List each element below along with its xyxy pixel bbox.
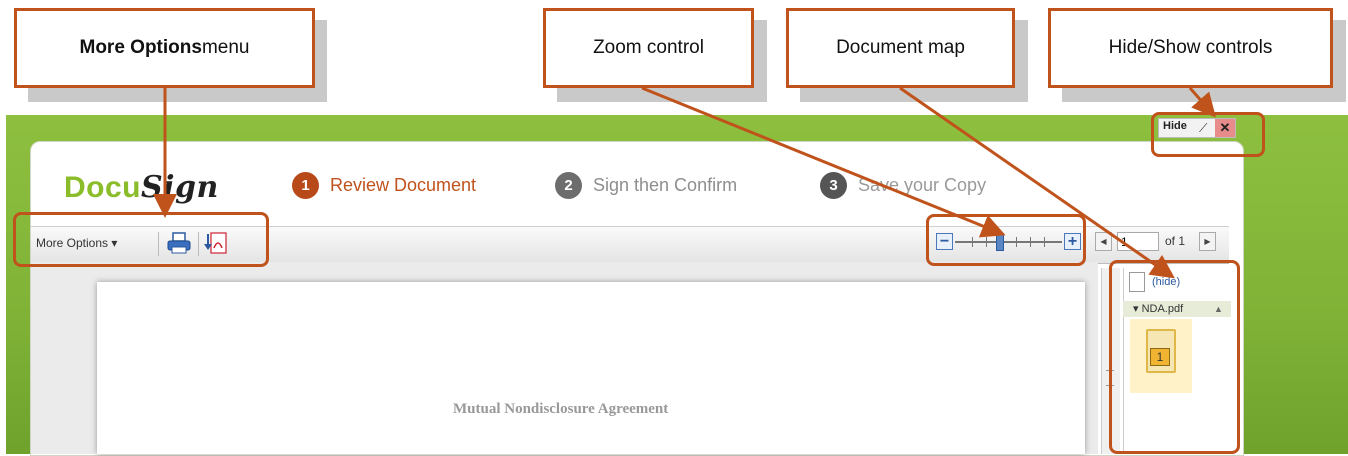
zoom-control-highlight [926, 214, 1086, 266]
step-number: 1 [292, 172, 319, 199]
document-map-callout: Document map [786, 8, 1015, 88]
document-title: Mutual Nondisclosure Agreement [453, 401, 669, 417]
step-review-document: 1 Review Document [292, 172, 476, 199]
step-number: 3 [820, 172, 847, 199]
previous-page-button[interactable]: ◀ [1095, 232, 1112, 251]
zoom-control-callout: Zoom control [543, 8, 754, 88]
callout-bold-text: More Options [79, 37, 202, 58]
more-options-highlight [13, 212, 269, 267]
step-sign-confirm: 2 Sign then Confirm [555, 172, 737, 199]
document-page [97, 282, 1085, 454]
callout-text: menu [201, 37, 250, 58]
page-number-input[interactable] [1117, 232, 1159, 251]
step-label: Sign then Confirm [593, 175, 738, 195]
page-count: of 1 [1165, 234, 1186, 248]
step-save-copy: 3 Save your Copy [820, 172, 986, 199]
step-label: Review Document [330, 175, 477, 195]
hide-show-highlight [1151, 112, 1265, 157]
step-number: 2 [555, 172, 582, 199]
document-map-highlight [1109, 260, 1240, 454]
logo-sign: Sign [141, 170, 219, 205]
hide-show-callout: Hide/Show controls [1048, 8, 1333, 88]
logo-docu: Docu [64, 171, 141, 204]
docusign-logo: DocuSign [64, 170, 219, 205]
more-options-callout: More Options menu [14, 8, 315, 88]
step-label: Save your Copy [858, 175, 987, 195]
next-page-button[interactable]: ▶ [1199, 232, 1216, 251]
